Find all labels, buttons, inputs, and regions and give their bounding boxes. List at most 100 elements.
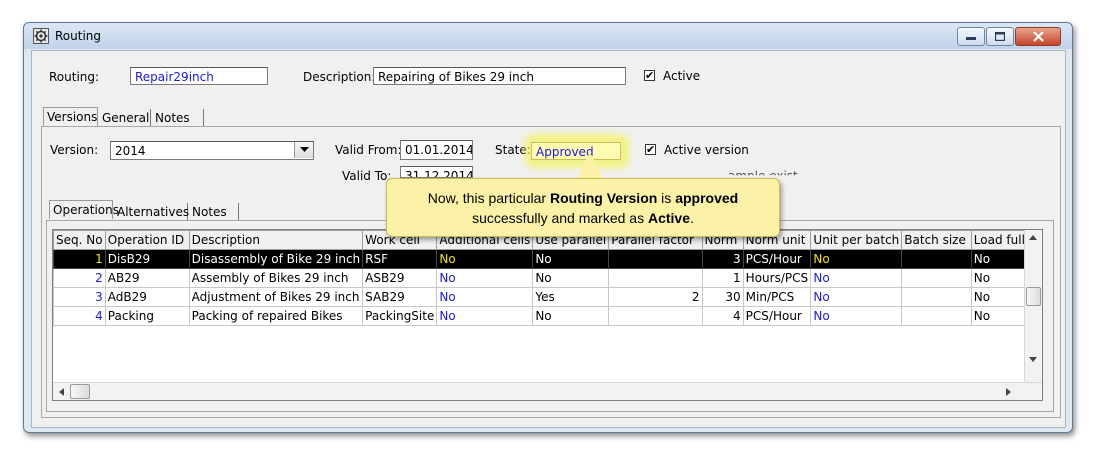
table-cell[interactable]: No [436, 249, 534, 269]
table-cell[interactable]: 1 [53, 249, 106, 269]
callout-bold-2: approved [675, 190, 739, 206]
table-cell[interactable]: DisB29 [104, 249, 190, 269]
subtab-operations[interactable]: Operations [49, 200, 119, 219]
table-cell[interactable]: No [532, 268, 610, 288]
routing-label: Routing: [49, 70, 100, 84]
table-cell[interactable]: 4 [701, 306, 744, 326]
table-cell[interactable] [901, 306, 972, 326]
maximize-icon [995, 32, 1005, 41]
operations-panel: Seq. No Operation ID Description Work cell A… [46, 220, 1054, 412]
callout-text-1: Now, this particular [427, 190, 550, 206]
table-cell[interactable]: RSF [362, 249, 438, 269]
description-label: Description: [303, 70, 376, 84]
horizontal-scrollbar[interactable] [53, 382, 1042, 400]
table-cell[interactable]: No [532, 249, 610, 269]
tab-versions[interactable]: Versions [43, 107, 98, 126]
table-cell[interactable]: 2 [53, 268, 106, 288]
table-cell[interactable]: No [810, 249, 903, 269]
valid-to-field[interactable]: 31.12.2014 [400, 166, 473, 178]
table-cell[interactable]: PCS/Hour [742, 306, 812, 326]
table-row[interactable]: 3 AdB29 Adjustment of Bikes 29 inch SAB29 No… [53, 287, 1042, 307]
table-cell[interactable]: 1 [701, 268, 744, 288]
table-cell[interactable]: AdB29 [104, 287, 190, 307]
title-bar[interactable]: Routing [24, 23, 1072, 49]
table-cell[interactable] [901, 287, 972, 307]
version-dropdown-button[interactable] [294, 142, 313, 158]
table-cell[interactable]: 4 [53, 306, 106, 326]
version-combo[interactable]: 2014 [110, 141, 314, 160]
scroll-down-icon[interactable] [1029, 357, 1037, 362]
table-cell[interactable]: Packing of repaired Bikes [188, 306, 364, 326]
table-cell[interactable]: Assembly of Bikes 29 inch [188, 268, 364, 288]
active-checkbox[interactable]: ✔ [644, 70, 655, 81]
table-cell[interactable]: No [810, 306, 903, 326]
minimize-icon [966, 37, 976, 40]
callout-pointer [577, 152, 603, 179]
table-cell[interactable]: Disassembly of Bike 29 inch [188, 249, 364, 269]
table-cell[interactable] [901, 268, 972, 288]
valid-to-label: Valid To: [342, 169, 392, 183]
table-cell[interactable] [608, 249, 703, 269]
table-cell[interactable]: No [810, 287, 903, 307]
chevron-down-icon [299, 147, 309, 152]
table-cell[interactable]: ASB29 [362, 268, 438, 288]
table-cell[interactable]: Min/PCS [742, 287, 812, 307]
table-cell[interactable]: Yes [532, 287, 610, 307]
table-cell[interactable]: SAB29 [362, 287, 438, 307]
horizontal-scroll-thumb[interactable] [70, 384, 90, 399]
callout-bold-1: Routing Version [549, 190, 658, 206]
callout-bold-3: Active [647, 210, 690, 226]
table-cell[interactable]: No [532, 306, 610, 326]
valid-from-label: Valid From: [335, 143, 402, 157]
table-cell[interactable]: PackingSite [362, 306, 438, 326]
table-cell[interactable]: No [436, 287, 534, 307]
version-value: 2014 [115, 144, 146, 158]
valid-from-field[interactable]: 01.01.2014 [400, 140, 473, 160]
close-icon [1033, 31, 1044, 42]
table-row[interactable]: 4 Packing Packing of repaired Bikes Packing… [53, 306, 1042, 326]
minimize-button[interactable] [957, 27, 985, 46]
column-header[interactable]: Description [188, 230, 364, 250]
table-cell[interactable]: 3 [701, 249, 744, 269]
state-label: State: [495, 143, 531, 157]
vertical-scroll-thumb[interactable] [1026, 287, 1041, 306]
table-cell[interactable]: No [810, 268, 903, 288]
table-cell[interactable]: PCS/Hour [742, 249, 812, 269]
description-field[interactable]: Repairing of Bikes 29 inch [373, 67, 626, 85]
operations-table: Seq. No Operation ID Description Work cell A… [53, 230, 1042, 326]
window-title: Routing [55, 29, 102, 43]
active-version-checkbox[interactable]: ✔ [645, 144, 656, 155]
routing-field[interactable]: Repair29inch [130, 67, 268, 85]
scroll-up-icon[interactable] [1029, 235, 1037, 240]
scroll-right-icon[interactable] [1006, 388, 1011, 396]
table-cell[interactable]: No [436, 268, 534, 288]
table-cell[interactable]: Packing [104, 306, 190, 326]
scroll-left-icon[interactable] [59, 388, 64, 396]
column-header[interactable]: Unit per batch [810, 230, 903, 250]
table-cell[interactable]: AB29 [104, 268, 190, 288]
table-cell[interactable]: 3 [53, 287, 106, 307]
table-cell[interactable] [901, 249, 972, 269]
table-row[interactable]: 1 DisB29 Disassembly of Bike 29 inch RSF No N… [53, 249, 1042, 269]
table-cell[interactable]: Hours/PCS [742, 268, 812, 288]
table-cell[interactable]: 2 [608, 287, 703, 307]
column-header[interactable]: Operation ID [104, 230, 190, 250]
client-area: Routing: Repair29inch Description: Repai… [31, 50, 1066, 428]
vertical-scrollbar[interactable] [1024, 230, 1042, 383]
table-cell[interactable] [608, 268, 703, 288]
versions-panel: Version: 2014 Valid From: 01.01.2014 Val… [41, 126, 1061, 418]
callout-text-3: successfully and marked as [472, 210, 648, 226]
column-header[interactable]: Seq. No [53, 230, 106, 250]
table-row[interactable]: 2 AB29 Assembly of Bikes 29 inch ASB29 No No 1… [53, 268, 1042, 288]
table-cell[interactable]: Adjustment of Bikes 29 inch [188, 287, 364, 307]
version-label: Version: [50, 143, 99, 157]
callout-text-2: is [657, 190, 676, 206]
table-cell[interactable]: 30 [701, 287, 744, 307]
maximize-button[interactable] [986, 27, 1014, 46]
active-label: Active [663, 69, 701, 83]
close-button[interactable] [1015, 27, 1061, 46]
table-cell[interactable]: No [436, 306, 534, 326]
state-field[interactable]: Approved [531, 142, 621, 160]
table-cell[interactable] [608, 306, 703, 326]
column-header[interactable]: Batch size [901, 230, 972, 250]
